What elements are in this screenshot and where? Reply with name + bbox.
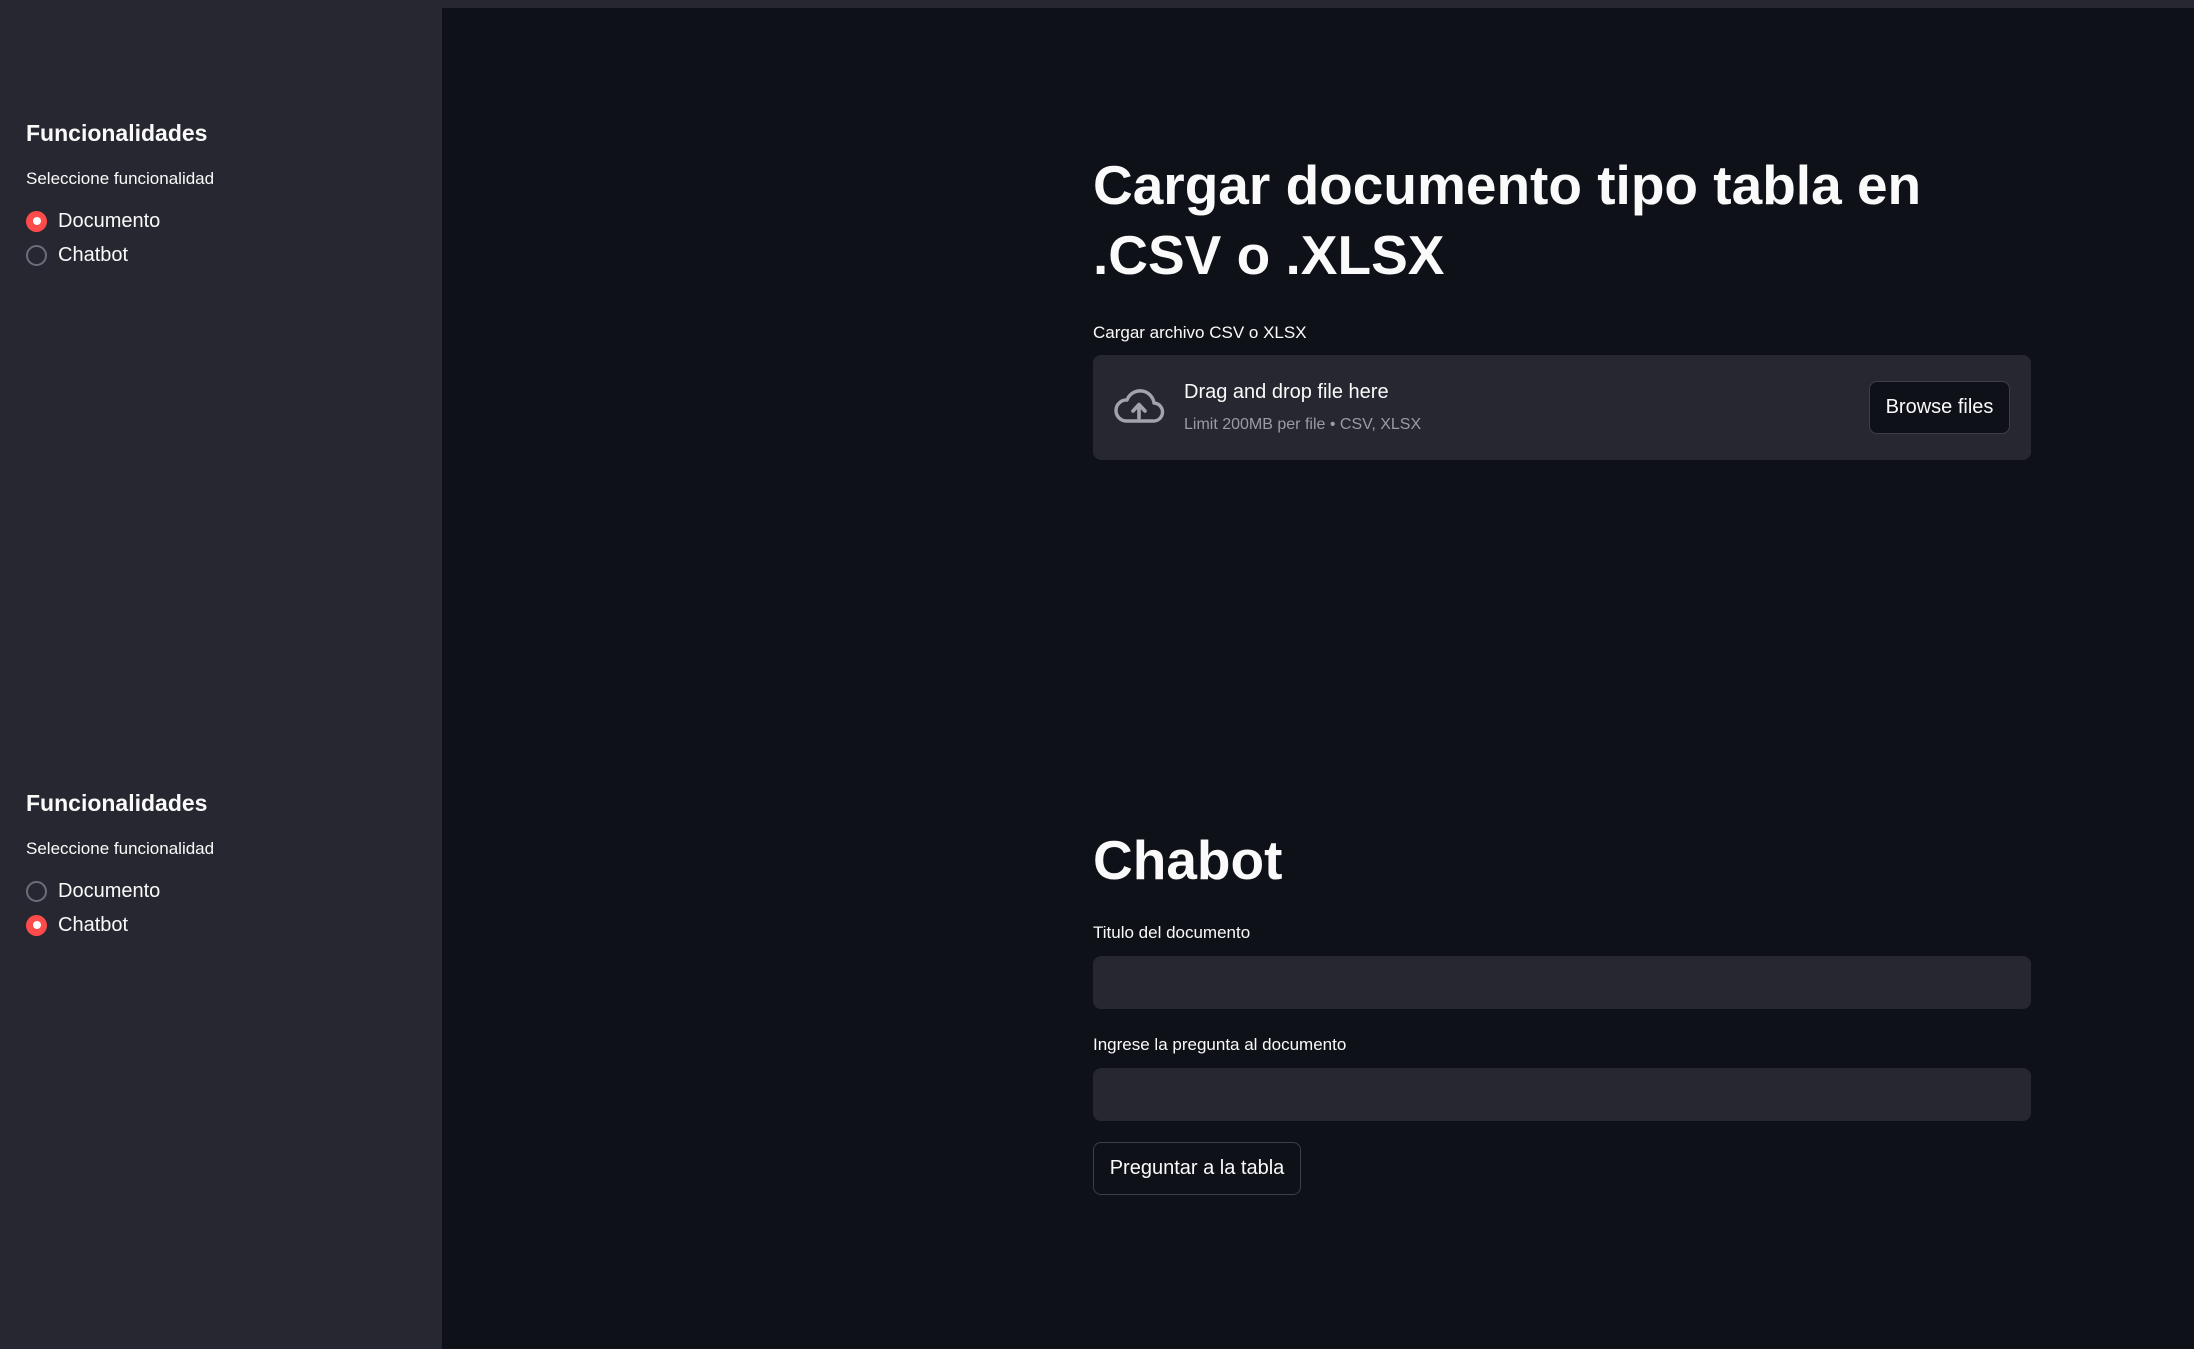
document-heading: Cargar documento tipo tabla en .CSV o .X… xyxy=(1093,154,1922,286)
sidebar-title: Funcionalidades xyxy=(26,120,208,146)
radio-group: Documento Chatbot xyxy=(26,874,214,942)
radio-button-checked[interactable] xyxy=(26,210,47,232)
sidebar-section-1: Funcionalidades Seleccione funcionalidad… xyxy=(26,118,214,272)
sidebar: Funcionalidades Seleccione funcionalidad… xyxy=(0,8,442,1349)
cloud-upload-icon xyxy=(1114,389,1165,423)
radio-option-label: Chatbot xyxy=(58,913,129,936)
sidebar-section-2: Funcionalidades Seleccione funcionalidad… xyxy=(26,788,214,942)
question-field-label: Ingrese la pregunta al documento xyxy=(1093,1035,1347,1054)
file-uploader-dropzone[interactable]: Drag and drop file here Limit 200MB per … xyxy=(1093,355,2031,460)
radio-group: Documento Chatbot xyxy=(26,204,214,272)
radio-button[interactable] xyxy=(26,244,47,266)
document-title-input[interactable] xyxy=(1093,956,2031,1009)
drop-instruction: Drag and drop file here xyxy=(1184,381,1389,403)
radio-option-documento[interactable]: Documento xyxy=(26,874,214,908)
radio-option-chatbot[interactable]: Chatbot xyxy=(26,908,214,942)
sidebar-title: Funcionalidades xyxy=(26,790,208,816)
radio-button[interactable] xyxy=(26,880,47,902)
browse-files-button[interactable]: Browse files xyxy=(1869,381,2010,434)
question-input[interactable] xyxy=(1093,1068,2031,1121)
radio-group-label: Seleccione funcionalidad xyxy=(26,839,215,858)
uploader-label: Cargar archivo CSV o XLSX xyxy=(1093,323,1307,342)
radio-button-checked[interactable] xyxy=(26,914,47,936)
radio-option-label: Chatbot xyxy=(58,243,129,266)
ask-table-button[interactable]: Preguntar a la tabla xyxy=(1093,1142,1301,1195)
top-bar xyxy=(0,0,2194,8)
radio-option-chatbot[interactable]: Chatbot xyxy=(26,238,214,272)
upload-limit-text: Limit 200MB per file • CSV, XLSX xyxy=(1184,416,1422,433)
radio-option-label: Documento xyxy=(58,209,161,232)
chat-heading: Chabot xyxy=(1093,829,1283,891)
radio-option-documento[interactable]: Documento xyxy=(26,204,214,238)
radio-option-label: Documento xyxy=(58,879,161,902)
title-field-label: Titulo del documento xyxy=(1093,923,1251,942)
radio-group-label: Seleccione funcionalidad xyxy=(26,169,215,188)
